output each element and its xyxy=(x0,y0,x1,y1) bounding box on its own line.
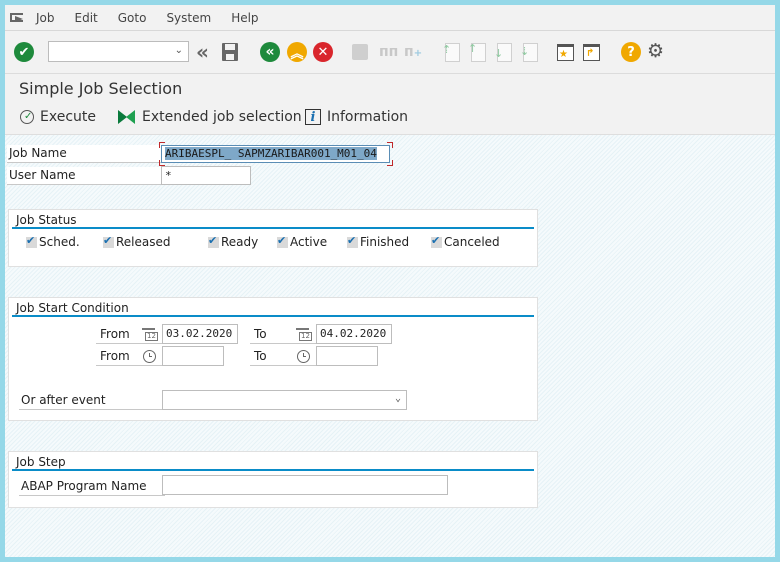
save-icon[interactable] xyxy=(222,43,238,61)
page-title: Simple Job Selection xyxy=(19,79,183,98)
last-page-icon[interactable]: ⇣ xyxy=(520,43,538,62)
menu-edit[interactable]: Edit xyxy=(75,11,98,25)
date-from-value: 03.02.2020 xyxy=(166,327,233,340)
user-name-value: * xyxy=(165,169,172,182)
job-step-group: Job Step ABAP Program Name xyxy=(8,451,538,508)
information-icon: i xyxy=(305,109,321,125)
next-page-icon[interactable]: ↓ xyxy=(494,43,512,62)
checkbox-checked-icon[interactable] xyxy=(26,234,37,248)
menu-goto[interactable]: Goto xyxy=(118,11,147,25)
checkbox-label: Canceled xyxy=(444,235,500,249)
menu-help[interactable]: Help xyxy=(231,11,258,25)
back-icon[interactable]: « xyxy=(260,42,280,62)
settings-icon[interactable]: ⚙ xyxy=(647,40,664,62)
execute-icon: ✓ xyxy=(20,110,34,124)
checkbox-finished[interactable]: Finished xyxy=(347,234,410,249)
chevron-down-icon[interactable]: ⌄ xyxy=(395,393,401,404)
checkbox-sched[interactable]: Sched. xyxy=(26,234,80,249)
previous-page-icon[interactable]: ↑ xyxy=(468,42,486,62)
job-step-title: Job Step xyxy=(16,455,66,469)
first-page-icon[interactable]: ⇡ xyxy=(442,43,460,62)
clock-icon[interactable] xyxy=(143,350,156,363)
calendar-icon[interactable]: 12 xyxy=(296,328,312,341)
user-name-input[interactable]: * xyxy=(161,166,251,185)
back-double-icon[interactable]: « xyxy=(196,40,209,64)
checkbox-released[interactable]: Released xyxy=(103,234,171,249)
information-label: Information xyxy=(327,109,409,125)
start-condition-title: Job Start Condition xyxy=(16,301,129,315)
shortcut-icon[interactable]: ↱ xyxy=(583,44,600,61)
execute-label: Execute xyxy=(40,109,96,125)
user-name-label: User Name xyxy=(7,167,161,185)
enter-icon[interactable]: ✔ xyxy=(14,42,34,62)
checkbox-label: Active xyxy=(290,235,328,249)
job-name-input[interactable]: ARIBAESPL_ SAPMZARIBAR001_M01_04 xyxy=(161,145,390,163)
clock-icon[interactable] xyxy=(297,350,310,363)
group-divider xyxy=(12,227,534,229)
checkbox-label: Released xyxy=(116,235,171,249)
command-field[interactable]: ⌄ xyxy=(48,41,189,62)
checkbox-checked-icon[interactable] xyxy=(103,234,114,248)
job-name-value: ARIBAESPL_ SAPMZARIBAR001_M01_04 xyxy=(165,147,377,160)
after-event-select[interactable]: ⌄ xyxy=(162,390,407,410)
abap-program-label: ABAP Program Name xyxy=(19,478,165,496)
checkbox-label: Ready xyxy=(221,235,259,249)
calendar-icon[interactable]: 12 xyxy=(142,328,158,341)
sap-window: Job Edit Goto System Help ✔ ⌄ « « ︽ ✕ ᴨᴨ… xyxy=(5,5,775,557)
find-icon[interactable]: ᴨᴨ xyxy=(379,44,398,60)
extended-selection-icon xyxy=(118,110,136,124)
after-event-label: Or after event xyxy=(19,392,165,410)
job-status-title: Job Status xyxy=(16,213,77,227)
time-from-input[interactable] xyxy=(162,346,224,366)
checkbox-checked-icon[interactable] xyxy=(347,234,358,248)
time-to-input[interactable] xyxy=(316,346,378,366)
date-to-value: 04.02.2020 xyxy=(320,327,387,340)
extended-selection-label: Extended job selection xyxy=(142,109,302,125)
help-icon[interactable]: ? xyxy=(621,42,641,62)
abap-program-input[interactable] xyxy=(162,475,448,495)
checkbox-checked-icon[interactable] xyxy=(431,234,442,248)
checkbox-canceled[interactable]: Canceled xyxy=(431,234,500,249)
menu-system[interactable]: System xyxy=(166,11,211,25)
focus-corner xyxy=(387,142,393,148)
checkbox-active[interactable]: Active xyxy=(277,234,328,249)
menu-job[interactable]: Job xyxy=(36,11,55,25)
checkbox-checked-icon[interactable] xyxy=(277,234,288,248)
chevron-down-icon[interactable]: ⌄ xyxy=(175,45,183,56)
find-next-icon[interactable]: ᴨ+ xyxy=(404,44,422,60)
cancel-icon[interactable]: ✕ xyxy=(313,42,333,62)
focus-corner xyxy=(387,160,393,166)
information-button[interactable]: i Information xyxy=(305,109,408,125)
job-status-group: Job Status Sched. Released Ready Active … xyxy=(8,209,538,267)
title-bar: Simple Job Selection xyxy=(5,74,775,102)
create-session-icon[interactable]: ★ xyxy=(557,44,574,61)
system-menu-icon[interactable] xyxy=(10,12,24,23)
execute-button[interactable]: ✓ Execute xyxy=(20,109,96,125)
standard-toolbar: ✔ ⌄ « « ︽ ✕ ᴨᴨ ᴨ+ ⇡ ↑ ↓ ⇣ ★ ↱ ? ⚙ xyxy=(5,31,775,74)
job-name-label: Job Name xyxy=(7,145,161,163)
date-to-input[interactable]: 04.02.2020 xyxy=(316,324,392,344)
exit-icon[interactable]: ︽ xyxy=(287,42,307,62)
checkbox-label: Finished xyxy=(360,235,410,249)
date-from-input[interactable]: 03.02.2020 xyxy=(162,324,238,344)
menu-bar: Job Edit Goto System Help xyxy=(5,5,775,31)
focus-corner xyxy=(159,142,165,148)
checkbox-ready[interactable]: Ready xyxy=(208,234,259,249)
job-start-condition-group: Job Start Condition From 12 03.02.2020 T… xyxy=(8,297,538,421)
group-divider xyxy=(12,469,534,471)
extended-job-selection-button[interactable]: Extended job selection xyxy=(118,109,302,125)
application-toolbar: ✓ Execute Extended job selection i Infor… xyxy=(5,102,775,135)
checkbox-label: Sched. xyxy=(39,235,80,249)
print-icon[interactable] xyxy=(352,44,368,60)
group-divider xyxy=(12,315,534,317)
checkbox-checked-icon[interactable] xyxy=(208,234,219,248)
